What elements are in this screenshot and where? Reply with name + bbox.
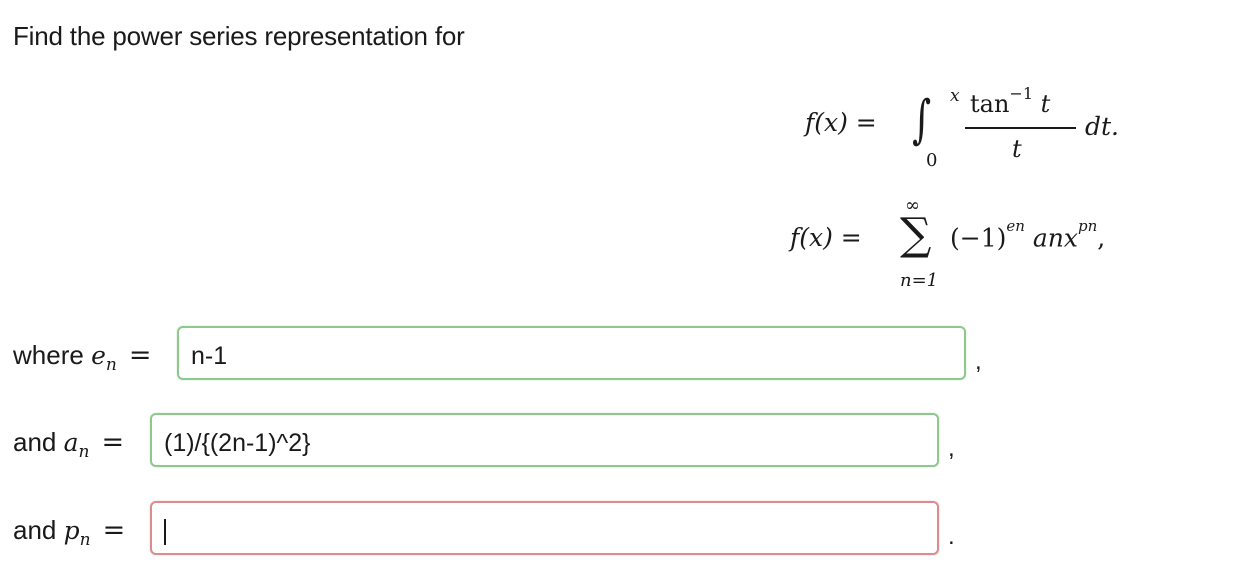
- integral-upper-limit: x: [950, 86, 960, 106]
- differential: dt.: [1085, 112, 1119, 141]
- pn-trailing-period: .: [948, 523, 955, 550]
- an-input[interactable]: (1)/{(2n-1)^2}: [150, 413, 939, 467]
- integral-lhs: f(x) =: [805, 108, 877, 137]
- integral-sign: ∫: [912, 90, 932, 150]
- answer-label-an: and an =: [13, 427, 125, 462]
- an-trailing-comma: ,: [948, 435, 955, 462]
- en-trailing-comma: ,: [975, 348, 982, 375]
- series-lhs: f(x) =: [790, 223, 862, 252]
- series-term: (−1)en anxpn,: [950, 217, 1106, 253]
- summation-sign: ∑: [900, 209, 932, 260]
- integrand-denominator: t: [1012, 135, 1022, 163]
- answer-label-pn: and pn =: [13, 515, 126, 550]
- sum-lower-limit: n=1: [900, 270, 939, 291]
- pn-input[interactable]: [150, 501, 939, 555]
- integral-lower-limit: 0: [926, 150, 938, 171]
- integrand-numerator: tan−1 t: [970, 84, 1051, 118]
- fraction-bar: [965, 127, 1076, 129]
- answer-label-en: where en =: [13, 340, 152, 375]
- en-input[interactable]: n-1: [177, 326, 966, 380]
- text-cursor: [164, 519, 166, 546]
- question-prompt: Find the power series representation for: [13, 21, 465, 51]
